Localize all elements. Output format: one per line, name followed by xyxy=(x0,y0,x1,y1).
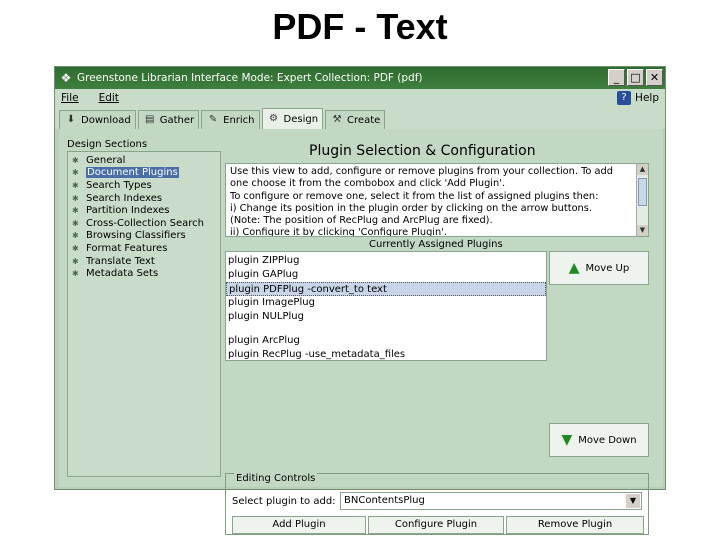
design-item-translate-text[interactable]: ✱ Translate Text xyxy=(72,255,220,268)
design-item-document-plugins[interactable]: ✱ Document Plugins xyxy=(72,167,220,180)
instruction-line: ii) Configure it by clicking 'Configure … xyxy=(230,227,448,237)
design-item-search-types[interactable]: ✱ Search Types xyxy=(72,179,220,192)
app-window: ❖ Greenstone Librarian Interface Mode: E… xyxy=(54,66,666,535)
move-up-label: Move Up xyxy=(585,262,630,274)
arrow-up-icon: ▲ xyxy=(568,260,580,276)
gear-bullet-icon: ✱ xyxy=(72,180,79,190)
tab-design[interactable]: ⚙ Design xyxy=(261,108,324,129)
plugin-row-fixed[interactable]: plugin ArcPlug xyxy=(226,334,546,348)
window-controls: _ □ ✕ xyxy=(608,69,663,86)
gear-bullet-icon: ✱ xyxy=(72,206,79,216)
gear-bullet-icon: ✱ xyxy=(72,231,79,241)
editing-controls-label: Editing Controls xyxy=(234,473,318,484)
help-icon: ? xyxy=(617,91,632,105)
move-down-label: Move Down xyxy=(578,434,637,446)
editing-controls-box: Editing Controls Select plugin to add: B… xyxy=(225,473,649,535)
plugin-row[interactable]: plugin ZIPPlug xyxy=(226,254,546,268)
minimize-button[interactable]: _ xyxy=(608,69,625,86)
menu-help[interactable]: ? Help xyxy=(617,91,659,105)
design-content: Design Sections ✱ General ✱ Document Plugi… xyxy=(59,129,663,535)
gear-bullet-icon: ✱ xyxy=(72,218,79,228)
close-button[interactable]: ✕ xyxy=(646,69,663,86)
tab-label: Gather xyxy=(159,114,195,126)
window-titlebar[interactable]: ❖ Greenstone Librarian Interface Mode: E… xyxy=(55,67,665,89)
gear-bullet-icon: ✱ xyxy=(72,155,79,165)
tab-label: Enrich xyxy=(223,114,255,126)
design-item-browsing-classifiers[interactable]: ✱ Browsing Classifiers xyxy=(72,230,220,243)
chevron-down-icon[interactable]: ▼ xyxy=(626,494,640,508)
tab-gather[interactable]: ▤ Gather xyxy=(137,110,200,129)
design-item-format-features[interactable]: ✱ Format Features xyxy=(72,242,220,255)
plugin-row-selected[interactable]: plugin PDFPlug -convert_to text xyxy=(226,282,546,296)
instruction-line: one choose it from the combobox and clic… xyxy=(230,178,506,190)
design-item-metadata-sets[interactable]: ✱ Metadata Sets xyxy=(72,267,220,280)
gear-icon: ⚙ xyxy=(269,113,278,124)
maximize-button[interactable]: □ xyxy=(627,69,644,86)
plugin-select[interactable]: BNContentsPlug ▼ xyxy=(340,492,642,510)
panel-title: Plugin Selection & Configuration xyxy=(309,143,536,159)
design-item-general[interactable]: ✱ General xyxy=(72,154,220,167)
download-icon: ⬇ xyxy=(66,114,76,125)
select-plugin-label: Select plugin to add: xyxy=(232,496,336,507)
menu-edit[interactable]: Edit xyxy=(99,92,119,104)
tab-label: Download xyxy=(81,114,131,126)
gear-bullet-icon: ✱ xyxy=(72,256,79,266)
build-icon: ⚒ xyxy=(332,114,342,125)
assigned-plugins-list: plugin ZIPPlug plugin GAPlug plugin PDFP… xyxy=(225,251,547,361)
tab-label: Design xyxy=(283,113,319,125)
add-plugin-button[interactable]: Add Plugin xyxy=(232,516,366,534)
instructions-scrollbar[interactable]: ▲ ▼ xyxy=(636,164,648,236)
arrow-down-icon: ▼ xyxy=(561,432,573,448)
design-item-partition-indexes[interactable]: ✱ Partition Indexes xyxy=(72,204,220,217)
configure-plugin-button[interactable]: Configure Plugin xyxy=(368,516,504,534)
tab-bar: ⬇ Download ▤ Gather ✎ Enrich ⚙ Design ⚒ … xyxy=(55,107,665,129)
move-down-button[interactable]: ▼ Move Down xyxy=(549,423,649,457)
tab-label: Create xyxy=(347,114,381,126)
plugin-row[interactable]: plugin GAPlug xyxy=(226,268,546,282)
instruction-line: i) Change its position in the plugin ord… xyxy=(230,202,592,214)
help-label: Help xyxy=(635,92,659,104)
design-item-cross-collection-search[interactable]: ✱ Cross-Collection Search xyxy=(72,217,220,230)
tab-enrich[interactable]: ✎ Enrich xyxy=(201,110,260,129)
menu-file[interactable]: File xyxy=(61,92,79,104)
menu-bar: File Edit ? Help xyxy=(55,89,665,107)
tab-create[interactable]: ⚒ Create xyxy=(325,110,386,129)
instructions-text: Use this view to add, configure or remov… xyxy=(225,163,649,237)
instruction-line: (Note: The position of RecPlug and ArcPl… xyxy=(230,215,493,227)
plugin-divider xyxy=(226,324,546,334)
app-icon: ❖ xyxy=(60,71,72,85)
editing-controls: Editing Controls Select plugin to add: B… xyxy=(225,467,649,535)
edit-icon: ✎ xyxy=(208,114,218,125)
folder-icon: ▤ xyxy=(144,114,155,125)
design-sections-label: Design Sections xyxy=(67,139,148,150)
assigned-plugins-label: Currently Assigned Plugins xyxy=(369,239,503,250)
plugin-row[interactable]: plugin NULPlug xyxy=(226,310,546,324)
gear-bullet-icon: ✱ xyxy=(72,193,79,203)
plugin-row-fixed[interactable]: plugin RecPlug -use_metadata_files xyxy=(226,348,546,362)
scroll-thumb[interactable] xyxy=(638,178,647,206)
instruction-line: Use this view to add, configure or remov… xyxy=(230,166,613,177)
instruction-line: To configure or remove one, select it fr… xyxy=(230,190,599,202)
move-up-button[interactable]: ▲ Move Up xyxy=(549,251,649,285)
plugin-row[interactable]: plugin ImagePlug xyxy=(226,296,546,310)
plugin-select-value: BNContentsPlug xyxy=(344,495,425,506)
slide-title: PDF - Text xyxy=(272,6,448,47)
scroll-up-icon[interactable]: ▲ xyxy=(637,164,648,175)
gear-bullet-icon: ✱ xyxy=(72,243,79,253)
remove-plugin-button[interactable]: Remove Plugin xyxy=(506,516,644,534)
tab-download[interactable]: ⬇ Download xyxy=(59,110,136,129)
gear-bullet-icon: ✱ xyxy=(72,269,79,279)
gear-bullet-icon: ✱ xyxy=(72,168,79,178)
window-title: Greenstone Librarian Interface Mode: Exp… xyxy=(77,72,423,84)
design-item-search-indexes[interactable]: ✱ Search Indexes xyxy=(72,192,220,205)
scroll-down-icon[interactable]: ▼ xyxy=(637,225,648,236)
design-sections-list: ✱ General ✱ Document Plugins ✱ Search Types… xyxy=(67,151,221,477)
